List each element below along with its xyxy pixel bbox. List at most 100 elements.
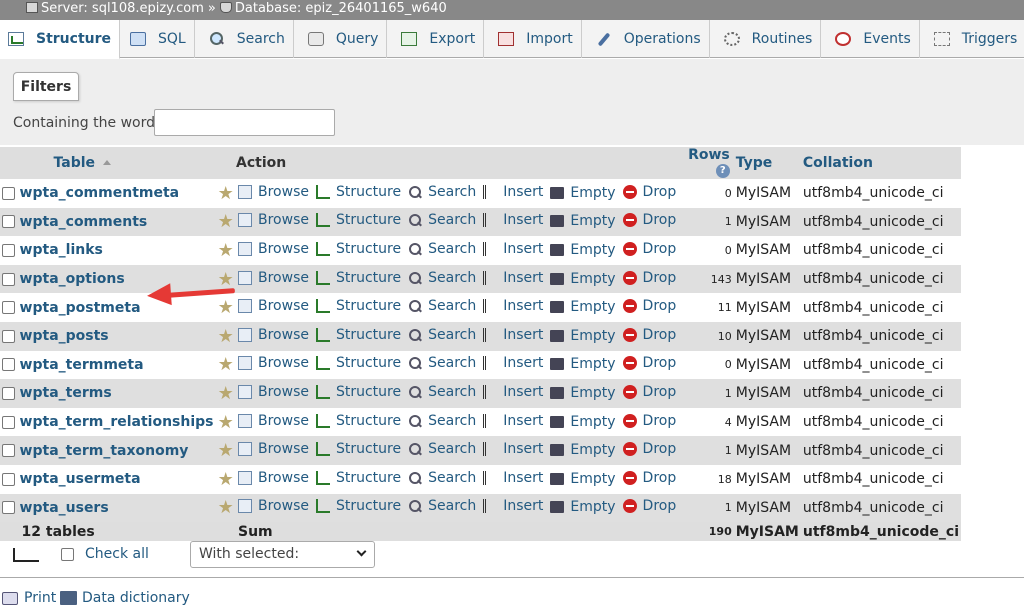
action-drop-link[interactable]: Drop: [622, 184, 676, 200]
action-structure-link[interactable]: Structure: [315, 241, 401, 257]
action-drop-link[interactable]: Drop: [622, 298, 676, 314]
star-icon[interactable]: ★: [218, 183, 234, 204]
header-rows[interactable]: Rows?: [685, 147, 734, 179]
table-name-link[interactable]: wpta_users: [17, 493, 216, 523]
action-empty-link[interactable]: Empty: [550, 385, 616, 401]
action-empty-link[interactable]: Empty: [550, 271, 616, 287]
action-insert-link[interactable]: Insert: [483, 413, 543, 429]
action-drop-link[interactable]: Drop: [622, 327, 676, 343]
action-browse-link[interactable]: Browse: [238, 384, 309, 400]
action-drop-link[interactable]: Drop: [622, 241, 676, 257]
action-drop-link[interactable]: Drop: [622, 212, 676, 228]
table-collation[interactable]: utf8mb4_unicode_ci: [800, 236, 961, 265]
star-icon[interactable]: ★: [218, 440, 234, 461]
star-icon[interactable]: ★: [218, 211, 234, 232]
table-collation[interactable]: utf8mb4_unicode_ci: [800, 407, 961, 437]
table-name-link[interactable]: wpta_postmeta: [17, 293, 216, 322]
action-browse-link[interactable]: Browse: [238, 413, 309, 429]
action-search-link[interactable]: Search: [408, 298, 476, 314]
tab-structure[interactable]: Structure: [0, 20, 121, 59]
action-browse-link[interactable]: Browse: [238, 355, 309, 371]
server-link[interactable]: Server: sql108.epizy.com: [41, 1, 204, 16]
header-collation[interactable]: Collation: [800, 147, 961, 179]
star-icon[interactable]: ★: [218, 269, 234, 290]
star-icon[interactable]: ★: [218, 469, 234, 490]
table-collation[interactable]: utf8mb4_unicode_ci: [800, 493, 961, 523]
action-structure-link[interactable]: Structure: [315, 498, 401, 514]
row-checkbox[interactable]: [2, 186, 16, 200]
action-search-link[interactable]: Search: [408, 327, 476, 343]
action-empty-link[interactable]: Empty: [550, 242, 616, 258]
row-checkbox[interactable]: [2, 444, 16, 458]
action-structure-link[interactable]: Structure: [315, 384, 401, 400]
action-browse-link[interactable]: Browse: [238, 298, 309, 314]
tab-query[interactable]: Query: [294, 20, 388, 58]
table-collation[interactable]: utf8mb4_unicode_ci: [800, 179, 961, 208]
action-search-link[interactable]: Search: [408, 441, 476, 457]
row-checkbox[interactable]: [2, 329, 16, 343]
row-checkbox[interactable]: [2, 301, 16, 315]
action-insert-link[interactable]: Insert: [483, 470, 543, 486]
action-browse-link[interactable]: Browse: [238, 470, 309, 486]
action-structure-link[interactable]: Structure: [315, 355, 401, 371]
action-drop-link[interactable]: Drop: [622, 270, 676, 286]
tab-events[interactable]: Events: [821, 20, 920, 58]
header-type[interactable]: Type: [733, 147, 801, 179]
action-structure-link[interactable]: Structure: [315, 470, 401, 486]
action-browse-link[interactable]: Browse: [238, 441, 309, 457]
action-structure-link[interactable]: Structure: [315, 413, 401, 429]
row-checkbox[interactable]: [2, 472, 16, 486]
tab-sql[interactable]: SQL: [120, 20, 195, 58]
action-browse-link[interactable]: Browse: [238, 184, 309, 200]
database-link[interactable]: Database: epiz_26401165_w640: [235, 1, 447, 16]
row-checkbox[interactable]: [2, 386, 16, 400]
action-structure-link[interactable]: Structure: [315, 441, 401, 457]
action-empty-link[interactable]: Empty: [550, 299, 616, 315]
table-collation[interactable]: utf8mb4_unicode_ci: [800, 264, 961, 294]
table-name-link[interactable]: wpta_termmeta: [17, 350, 216, 380]
action-insert-link[interactable]: Insert: [483, 270, 543, 286]
action-browse-link[interactable]: Browse: [238, 327, 309, 343]
star-icon[interactable]: ★: [218, 383, 234, 404]
action-structure-link[interactable]: Structure: [315, 298, 401, 314]
star-icon[interactable]: ★: [218, 412, 234, 433]
action-empty-link[interactable]: Empty: [550, 185, 616, 201]
action-drop-link[interactable]: Drop: [622, 355, 676, 371]
action-search-link[interactable]: Search: [408, 498, 476, 514]
star-icon[interactable]: ★: [218, 326, 234, 347]
action-search-link[interactable]: Search: [408, 241, 476, 257]
action-search-link[interactable]: Search: [408, 470, 476, 486]
action-drop-link[interactable]: Drop: [622, 413, 676, 429]
tab-search[interactable]: Search: [195, 20, 294, 58]
action-search-link[interactable]: Search: [408, 270, 476, 286]
table-name-link[interactable]: wpta_options: [17, 264, 216, 294]
action-drop-link[interactable]: Drop: [622, 384, 676, 400]
table-collation[interactable]: utf8mb4_unicode_ci: [800, 207, 961, 237]
action-search-link[interactable]: Search: [408, 212, 476, 228]
row-checkbox[interactable]: [2, 358, 16, 372]
action-empty-link[interactable]: Empty: [550, 328, 616, 344]
action-drop-link[interactable]: Drop: [622, 441, 676, 457]
data-dictionary-link[interactable]: Data dictionary: [60, 590, 190, 606]
action-structure-link[interactable]: Structure: [315, 212, 401, 228]
action-browse-link[interactable]: Browse: [238, 270, 309, 286]
table-collation[interactable]: utf8mb4_unicode_ci: [800, 379, 961, 408]
table-name-link[interactable]: wpta_terms: [17, 379, 216, 408]
action-structure-link[interactable]: Structure: [315, 184, 401, 200]
action-insert-link[interactable]: Insert: [483, 384, 543, 400]
action-empty-link[interactable]: Empty: [550, 414, 616, 430]
tab-import[interactable]: Import: [484, 20, 582, 58]
table-collation[interactable]: utf8mb4_unicode_ci: [800, 321, 961, 351]
table-name-link[interactable]: wpta_term_relationships: [17, 407, 216, 437]
table-name-link[interactable]: wpta_term_taxonomy: [17, 436, 216, 465]
action-browse-link[interactable]: Browse: [238, 241, 309, 257]
star-icon[interactable]: ★: [218, 240, 234, 261]
action-structure-link[interactable]: Structure: [315, 327, 401, 343]
action-insert-link[interactable]: Insert: [483, 212, 543, 228]
row-checkbox[interactable]: [2, 415, 16, 429]
action-search-link[interactable]: Search: [408, 184, 476, 200]
table-name-link[interactable]: wpta_usermeta: [17, 464, 216, 494]
filter-input[interactable]: [154, 109, 335, 136]
tab-triggers[interactable]: Triggers: [920, 20, 1024, 58]
action-browse-link[interactable]: Browse: [238, 212, 309, 228]
